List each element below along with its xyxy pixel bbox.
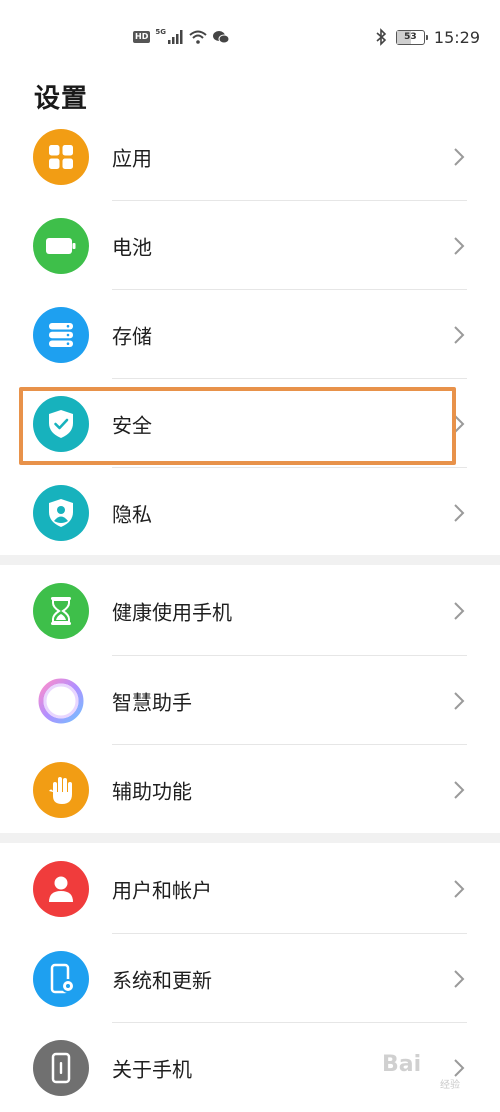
settings-item-smart-assistant[interactable]: 智慧助手 bbox=[0, 656, 500, 745]
page-title: 设置 bbox=[34, 84, 89, 114]
settings-item-apps[interactable]: 应用 bbox=[0, 112, 500, 201]
battery-percent: 53 bbox=[404, 32, 417, 42]
chevron-right-icon bbox=[454, 691, 465, 710]
settings-item-label: 智慧助手 bbox=[112, 690, 192, 714]
network-type: 5G bbox=[155, 28, 166, 36]
status-right-icons: 53 15:29 bbox=[375, 26, 480, 48]
chevron-right-icon bbox=[454, 969, 465, 988]
settings-item-battery[interactable]: 电池 bbox=[0, 201, 500, 290]
settings-item-label: 存储 bbox=[112, 324, 152, 348]
settings-item-storage[interactable]: 存储 bbox=[0, 290, 500, 379]
privacy-shield-icon bbox=[33, 484, 89, 541]
settings-item-label: 健康使用手机 bbox=[112, 600, 232, 624]
hd-badge: HD bbox=[133, 31, 151, 43]
chevron-right-icon bbox=[454, 601, 465, 620]
wifi-icon bbox=[189, 30, 207, 44]
settings-item-about-phone[interactable]: 关于手机 bbox=[0, 1023, 500, 1112]
settings-item-label: 关于手机 bbox=[112, 1057, 192, 1081]
storage-icon bbox=[33, 306, 89, 363]
highlight-box bbox=[19, 387, 456, 465]
apps-icon bbox=[33, 128, 89, 185]
hand-icon bbox=[33, 761, 89, 818]
phone-gear-icon bbox=[33, 950, 89, 1007]
settings-item-label: 隐私 bbox=[112, 502, 152, 526]
settings-item-privacy[interactable]: 隐私 bbox=[0, 468, 500, 557]
signal-icon bbox=[167, 30, 183, 44]
chevron-right-icon bbox=[454, 236, 465, 255]
clock: 15:29 bbox=[433, 27, 480, 47]
settings-item-users-accounts[interactable]: 用户和帐户 bbox=[0, 844, 500, 933]
bluetooth-icon bbox=[376, 28, 387, 46]
battery-icon bbox=[33, 217, 89, 274]
settings-item-label: 用户和帐户 bbox=[112, 878, 212, 902]
status-bar: HD 5G 53 15:29 bbox=[0, 0, 500, 76]
settings-item-digital-balance[interactable]: 健康使用手机 bbox=[0, 566, 500, 655]
status-left-icons: HD 5G bbox=[133, 28, 230, 46]
section-gap bbox=[0, 833, 500, 843]
settings-item-system-update[interactable]: 系统和更新 bbox=[0, 934, 500, 1023]
settings-item-label: 辅助功能 bbox=[112, 779, 192, 803]
watermark-logo: Bai bbox=[382, 1052, 422, 1077]
chevron-right-icon bbox=[454, 1058, 465, 1077]
wechat-icon bbox=[212, 31, 230, 44]
chevron-right-icon bbox=[454, 780, 465, 799]
chevron-right-icon bbox=[454, 879, 465, 898]
settings-item-accessibility[interactable]: 辅助功能 bbox=[0, 745, 500, 834]
settings-item-label: 电池 bbox=[112, 235, 152, 259]
chevron-right-icon bbox=[454, 325, 465, 344]
hourglass-icon bbox=[33, 582, 89, 639]
settings-item-label: 系统和更新 bbox=[112, 968, 212, 992]
user-icon bbox=[33, 860, 89, 917]
phone-info-icon bbox=[33, 1039, 89, 1096]
watermark-sub: 经验 bbox=[440, 1080, 460, 1091]
assistant-ring-icon bbox=[33, 672, 89, 729]
settings-item-label: 应用 bbox=[112, 146, 152, 170]
chevron-right-icon bbox=[454, 147, 465, 166]
section-gap bbox=[0, 555, 500, 565]
chevron-right-icon bbox=[454, 503, 465, 522]
battery-indicator: 53 bbox=[395, 29, 428, 45]
